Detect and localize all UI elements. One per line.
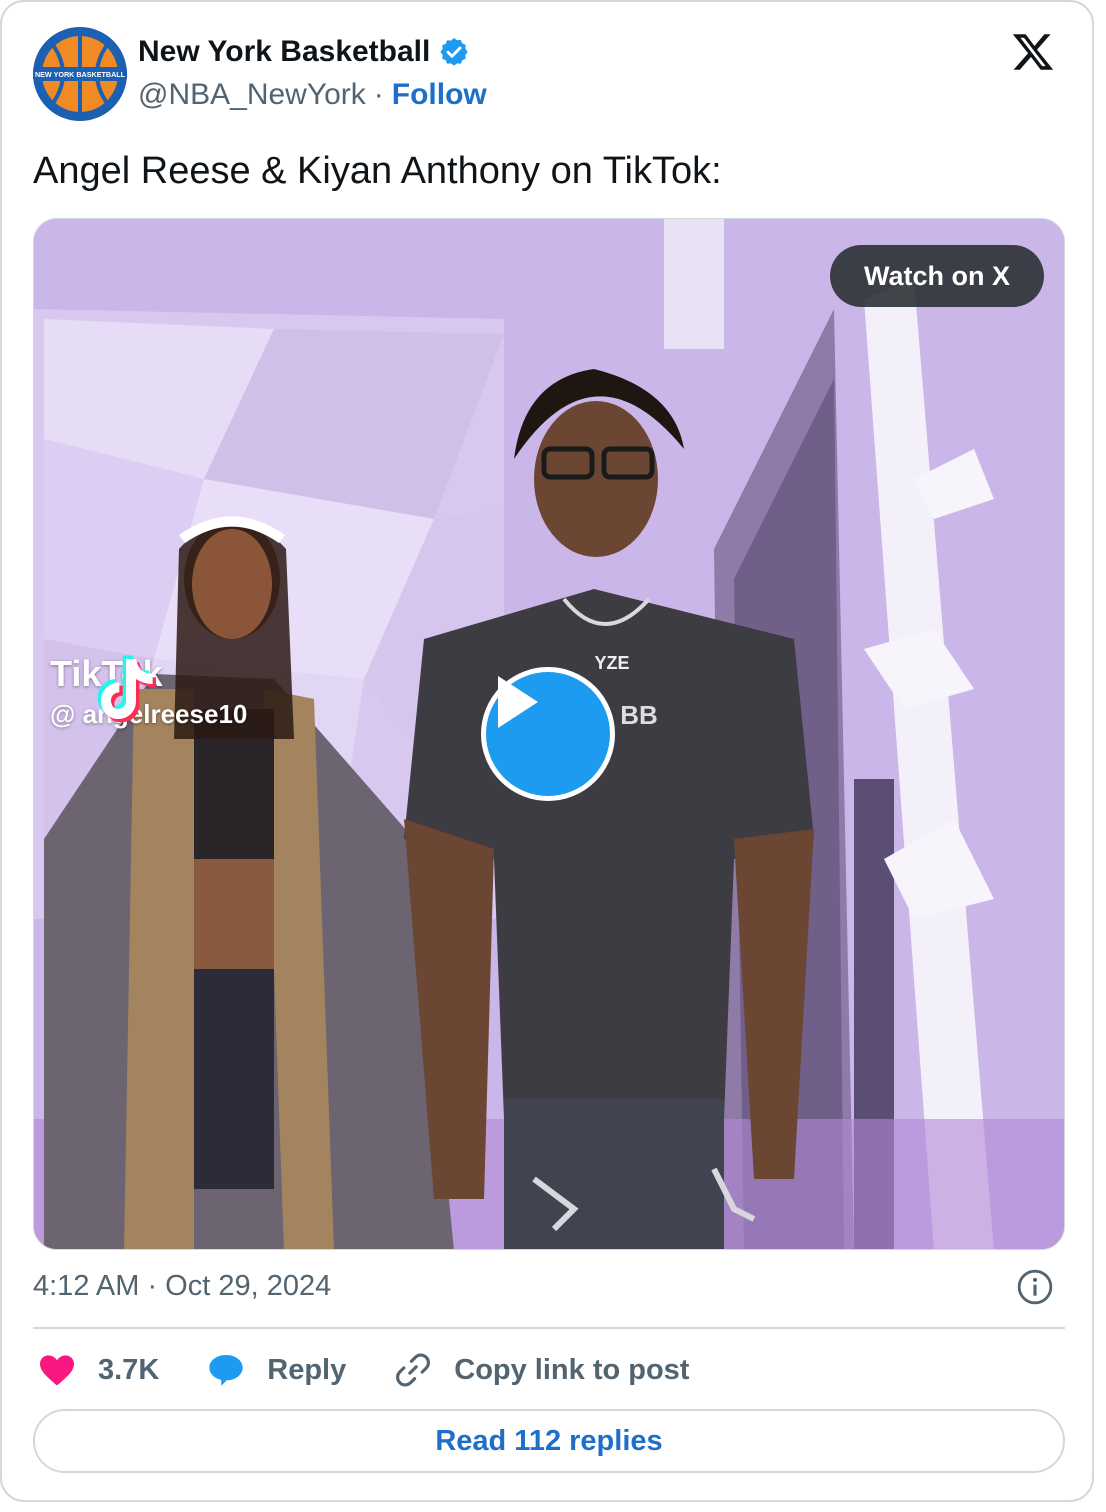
- divider: [33, 1327, 1065, 1329]
- reply-bubble-icon: [209, 1354, 243, 1386]
- link-icon: [396, 1353, 431, 1387]
- author-avatar[interactable]: NEW YORK BASKETBALL: [33, 27, 127, 121]
- post-timestamp[interactable]: 4:12 AM · Oct 29, 2024: [33, 1270, 331, 1303]
- video-player[interactable]: YZE BB TikTok @ angelreese10 Watch on X: [33, 218, 1065, 1250]
- copy-link-button[interactable]: Copy link to post: [394, 1351, 689, 1389]
- author-name[interactable]: New York Basketball: [138, 35, 430, 69]
- info-icon[interactable]: [1016, 1268, 1054, 1306]
- like-button[interactable]: 3.7K: [38, 1353, 159, 1387]
- tweet-text: Angel Reese & Kiyan Anthony on TikTok:: [33, 150, 722, 192]
- follow-button[interactable]: Follow: [392, 78, 487, 112]
- play-icon: [498, 676, 538, 728]
- handle-separator: ·: [373, 78, 384, 111]
- copy-link-label: Copy link to post: [454, 1353, 690, 1386]
- heart-icon: [40, 1355, 74, 1386]
- shirt-print-text: BB: [620, 700, 658, 730]
- tiktok-logo-icon: [97, 655, 156, 723]
- tweet-embed-card: NEW YORK BASKETBALL New York Basketball …: [0, 0, 1094, 1502]
- reply-label: Reply: [267, 1353, 347, 1386]
- avatar-text: NEW YORK BASKETBALL: [35, 70, 126, 79]
- like-count: 3.7K: [98, 1353, 160, 1386]
- reply-button[interactable]: Reply: [207, 1352, 346, 1388]
- basketball-logo-icon: NEW YORK BASKETBALL: [33, 27, 127, 121]
- chain-pendant-text: YZE: [594, 653, 629, 673]
- action-bar: 3.7K Reply Copy link to post: [38, 1342, 737, 1398]
- read-replies-button[interactable]: Read 112 replies: [33, 1409, 1065, 1473]
- x-logo-icon[interactable]: [1010, 30, 1056, 74]
- play-button[interactable]: [481, 667, 615, 801]
- watch-on-x-button[interactable]: Watch on X: [830, 245, 1044, 307]
- verified-badge-icon: [440, 38, 468, 66]
- author-handle-row: @NBA_NewYork · Follow: [138, 78, 487, 112]
- author-handle[interactable]: @NBA_NewYork: [138, 78, 366, 112]
- tiktok-watermark: TikTok @ angelreese10: [50, 649, 247, 730]
- author-name-row: New York Basketball: [138, 35, 470, 69]
